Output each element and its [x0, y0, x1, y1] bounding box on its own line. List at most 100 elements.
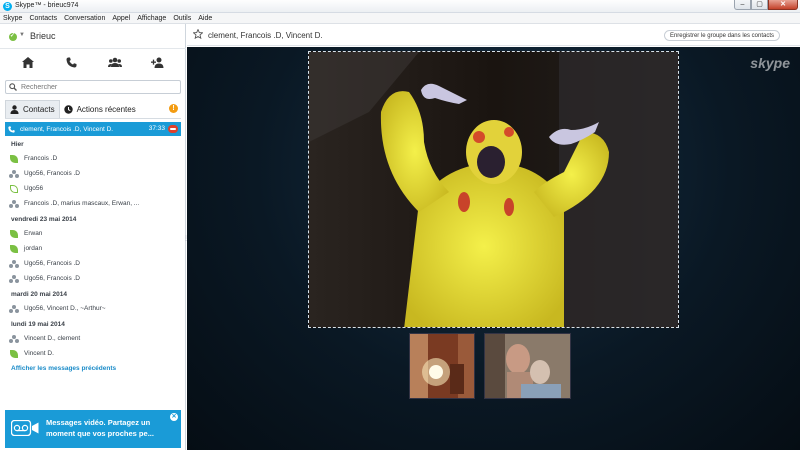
section-date-header: vendredi 23 mai 2014: [11, 216, 77, 223]
recent-conversation-item[interactable]: Erwan: [5, 226, 181, 241]
promo-text: Messages vidéo. Partagez un moment que v…: [46, 418, 154, 438]
menu-appel[interactable]: Appel: [112, 13, 130, 23]
close-button[interactable]: ✕: [768, 0, 798, 10]
add-contact-button[interactable]: [148, 52, 168, 72]
add-contact-icon: [151, 57, 164, 68]
recent-conversation-item[interactable]: Ugo56, Francois .D: [5, 271, 181, 286]
online-status-icon: [9, 154, 19, 163]
left-tabs: Contacts Actions récentes !: [5, 100, 181, 119]
menu-bar: Skype Contacts Conversation Appel Affich…: [0, 13, 800, 24]
group-icon: [9, 334, 19, 343]
hangup-button[interactable]: [168, 125, 178, 133]
save-group-button[interactable]: Enregistrer le groupe dans les contacts: [663, 30, 780, 41]
recent-conversation-item[interactable]: Ugo56: [5, 181, 181, 196]
conversation-label: Francois .D, marius mascaux, Erwan, ...: [24, 200, 140, 207]
menu-skype[interactable]: Skype: [3, 13, 22, 23]
clock-icon: [63, 104, 73, 114]
recent-conversation-item[interactable]: Vincent D., clement: [5, 331, 181, 346]
window-title: Skype™ - brieuc974: [15, 2, 79, 9]
conversation-label: Ugo56, Francois .D: [24, 170, 80, 177]
home-icon: [21, 56, 34, 68]
minimize-button[interactable]: –: [734, 0, 751, 10]
search-field[interactable]: [5, 80, 181, 94]
recent-conversation-item[interactable]: Francois .D: [5, 151, 181, 166]
online-status-icon: [9, 229, 19, 238]
menu-outils[interactable]: Outils: [173, 13, 191, 23]
search-input[interactable]: [21, 82, 176, 92]
online-status-icon: [9, 349, 19, 358]
group-call-button[interactable]: [105, 52, 125, 72]
menu-contacts[interactable]: Contacts: [29, 13, 57, 23]
user-name[interactable]: Brieuc: [30, 31, 56, 41]
recent-conversation-item[interactable]: Vincent D.: [5, 346, 181, 361]
show-previous-messages-link[interactable]: Afficher les messages précédents: [5, 365, 181, 375]
group-icon: [9, 259, 19, 268]
conversation-label: jordan: [24, 245, 43, 252]
title-bar: S Skype™ - brieuc974 – ▢ ✕: [0, 0, 800, 13]
group-icon: [107, 57, 122, 67]
section-date-header: lundi 19 mai 2014: [11, 321, 65, 328]
tab-contacts-label: Contacts: [23, 105, 55, 114]
call-phone-button[interactable]: [61, 52, 81, 72]
recent-list: clement, Francois .D, Vincent D. 37:33 H…: [5, 122, 181, 375]
quick-actions: [0, 49, 186, 75]
active-call-name: clement, Francois .D, Vincent D.: [20, 125, 114, 133]
tab-contacts[interactable]: Contacts: [5, 100, 60, 118]
tab-recent-actions-label: Actions récentes: [76, 104, 136, 114]
video-message-promo[interactable]: Messages vidéo. Partagez un moment que v…: [5, 410, 181, 448]
recent-conversation-item[interactable]: Ugo56, Francois .D: [5, 166, 181, 181]
contact-person-icon: [10, 105, 19, 114]
conversation-label: Ugo56, Francois .D: [24, 275, 80, 282]
notification-alert-icon[interactable]: !: [169, 104, 178, 113]
recent-conversation-item[interactable]: Ugo56, Francois .D: [5, 256, 181, 271]
left-panel: ▼ Brieuc Contacts Actions récentes !: [0, 24, 186, 450]
conversation-label: Ugo56: [24, 185, 44, 192]
favorite-star-icon[interactable]: [193, 29, 203, 39]
tab-recent-actions[interactable]: Actions récentes: [60, 100, 140, 118]
skype-logo-icon: S: [3, 2, 12, 11]
user-status-bar[interactable]: ▼ Brieuc: [0, 24, 186, 49]
conversation-label: Vincent D., clement: [24, 335, 81, 342]
conversation-label: Vincent D.: [24, 350, 54, 357]
chevron-down-icon[interactable]: ▼: [19, 32, 25, 38]
conversation-label: Erwan: [24, 230, 43, 237]
conversation-title: clement, Francois .D, Vincent D.: [208, 31, 323, 40]
conversation-header: clement, Francois .D, Vincent D. Enregis…: [187, 24, 800, 46]
search-icon: [9, 83, 17, 91]
phone-icon: [8, 125, 15, 133]
section-date-header: mardi 20 mai 2014: [11, 291, 68, 298]
video-call-area: skype: [187, 47, 800, 450]
menu-conversation[interactable]: Conversation: [64, 13, 105, 23]
participant-video-frame-1: [410, 334, 474, 398]
video-person-yellow-costume: [309, 52, 678, 327]
window-controls: – ▢ ✕: [734, 0, 798, 11]
menu-aide[interactable]: Aide: [198, 13, 212, 23]
conversation-label: Ugo56, Vincent D., ~Arthur~: [24, 305, 106, 312]
group-icon: [9, 304, 19, 313]
group-icon: [9, 274, 19, 283]
recent-conversation-item[interactable]: jordan: [5, 241, 181, 256]
conversation-panel: clement, Francois .D, Vincent D. Enregis…: [187, 24, 800, 450]
online-status-icon[interactable]: [9, 32, 17, 41]
call-duration: 37:33: [148, 125, 165, 132]
group-icon: [9, 199, 19, 208]
recent-conversation-item[interactable]: Ugo56, Vincent D., ~Arthur~: [5, 301, 181, 316]
history-sections: Hier Francois .D Ugo56, Francois .D Ugo56 Fr…: [5, 138, 181, 361]
participant-video-thumbnail-1[interactable]: [409, 333, 475, 399]
phone-icon: [66, 57, 77, 67]
group-icon: [9, 169, 19, 178]
maximize-button[interactable]: ▢: [751, 0, 768, 10]
home-button[interactable]: [18, 52, 38, 72]
online-status-icon: [9, 244, 19, 253]
participant-video-thumbnail-2[interactable]: [484, 333, 571, 399]
participant-video-frame-2: [485, 334, 570, 398]
conversation-label: Francois .D: [24, 155, 58, 162]
section-date-header: Hier: [11, 141, 24, 148]
skype-watermark: skype: [750, 55, 790, 71]
menu-affichage[interactable]: Affichage: [137, 13, 166, 23]
main-video-feed[interactable]: [308, 51, 679, 328]
close-icon[interactable]: ✕: [170, 413, 178, 421]
away-status-icon: [9, 184, 19, 193]
active-call-row[interactable]: clement, Francois .D, Vincent D. 37:33: [5, 122, 181, 136]
recent-conversation-item[interactable]: Francois .D, marius mascaux, Erwan, ...: [5, 196, 181, 211]
